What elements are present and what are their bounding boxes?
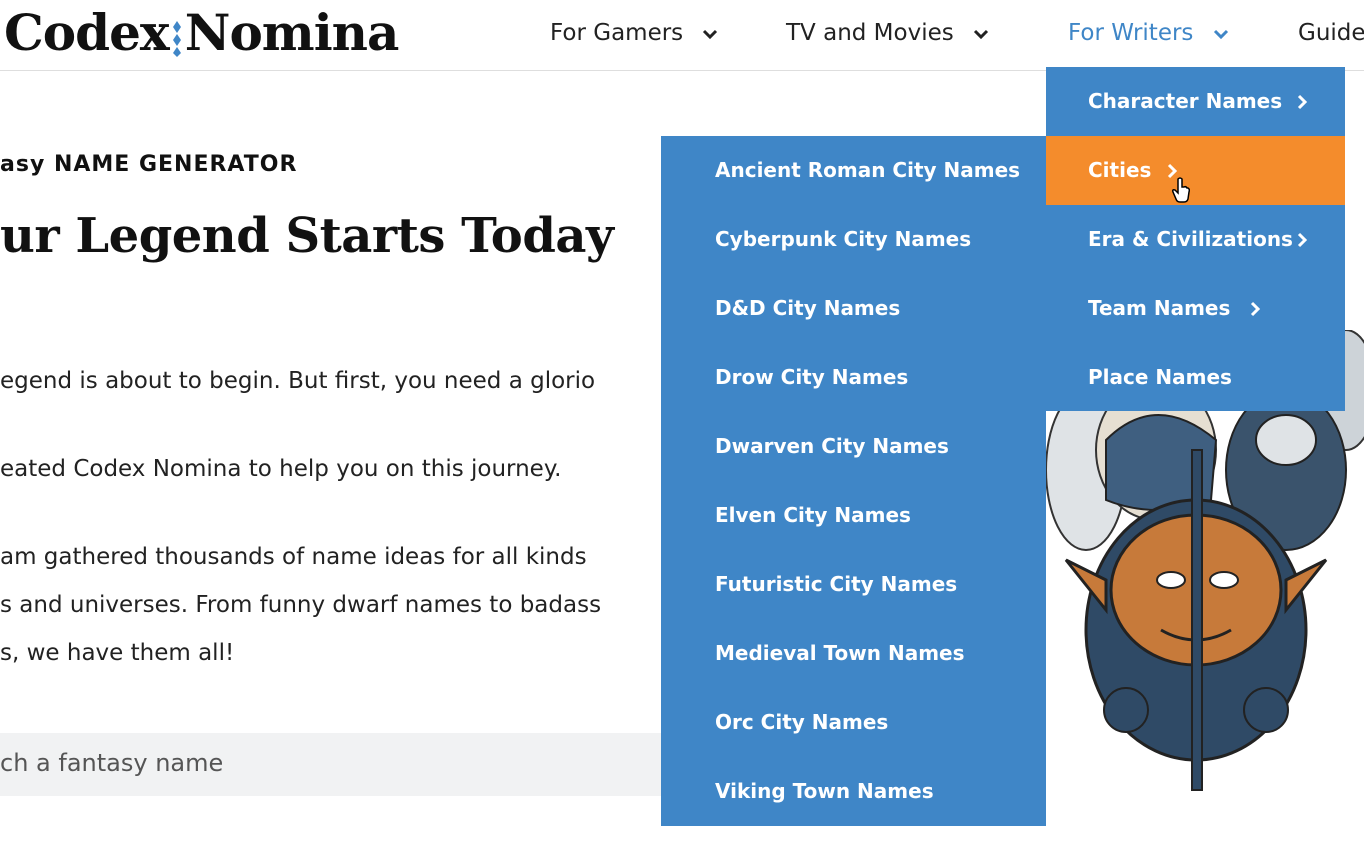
submenu-item-orc-city-names[interactable]: Orc City Names [661, 688, 1046, 757]
menu-item-label: Cities [1088, 158, 1152, 182]
submenu-item-dnd-city-names[interactable]: D&D City Names [661, 274, 1046, 343]
submenu-item-label: Medieval Town Names [715, 641, 965, 665]
submenu-item-viking-town-names[interactable]: Viking Town Names [661, 757, 1046, 826]
hero-title: ur Legend Starts Today [0, 208, 614, 264]
chevron-down-icon [973, 29, 989, 39]
menu-item-cities[interactable]: Cities [1046, 136, 1345, 205]
chevron-right-icon [1297, 94, 1308, 110]
submenu-item-ancient-roman-city-names[interactable]: Ancient Roman City Names [661, 136, 1046, 205]
submenu-item-cyberpunk-city-names[interactable]: Cyberpunk City Names [661, 205, 1046, 274]
for-writers-dropdown: Character Names Cities Era & Civilizatio… [1046, 67, 1345, 411]
logo-text-codex: Codex [4, 3, 170, 62]
search-placeholder: ch a fantasy name [0, 749, 224, 777]
submenu-item-drow-city-names[interactable]: Drow City Names [661, 343, 1046, 412]
submenu-item-label: Orc City Names [715, 710, 889, 734]
logo-diamonds-icon [172, 21, 181, 57]
menu-item-place-names[interactable]: Place Names [1046, 343, 1345, 412]
logo-text-nomina: Nomina [184, 3, 400, 62]
nav-label: TV and Movies [786, 20, 954, 46]
site-header: Codex Nomina For Gamers TV and Movies For… [0, 0, 1364, 71]
chevron-right-icon [1250, 301, 1261, 317]
submenu-item-label: Elven City Names [715, 503, 911, 527]
hero-eyebrow: asy NAME GENERATOR [0, 152, 298, 177]
menu-item-label: Place Names [1088, 365, 1232, 389]
nav-label: Guide [1298, 20, 1364, 46]
hero-paragraph-line: egend is about to begin. But first, you … [0, 368, 596, 394]
submenu-item-label: Dwarven City Names [715, 434, 949, 458]
menu-item-label: Character Names [1088, 89, 1283, 113]
chevron-down-icon [703, 29, 718, 39]
nav-label: For Gamers [550, 20, 684, 46]
site-logo[interactable]: Codex Nomina [4, 0, 400, 70]
nav-label: For Writers [1068, 20, 1194, 46]
hero-paragraph-line: s and universes. From funny dwarf names … [0, 592, 602, 618]
hero-paragraph-line: am gathered thousands of name ideas for … [0, 544, 587, 570]
menu-item-era-civilizations[interactable]: Era & Civilizations [1046, 205, 1345, 274]
chevron-right-icon [1297, 232, 1308, 248]
submenu-item-label: Drow City Names [715, 365, 909, 389]
nav-guide[interactable]: Guide [1298, 16, 1364, 50]
hero-paragraph-line: s, we have them all! [0, 640, 235, 666]
submenu-item-dwarven-city-names[interactable]: Dwarven City Names [661, 412, 1046, 481]
menu-item-character-names[interactable]: Character Names [1046, 67, 1345, 136]
nav-tv-and-movies[interactable]: TV and Movies [786, 16, 989, 50]
nav-for-writers[interactable]: For Writers [1068, 16, 1229, 50]
menu-item-label: Team Names [1088, 296, 1231, 320]
chevron-down-icon [1213, 29, 1228, 39]
submenu-item-label: Viking Town Names [715, 779, 934, 803]
submenu-item-elven-city-names[interactable]: Elven City Names [661, 481, 1046, 550]
submenu-item-label: D&D City Names [715, 296, 901, 320]
submenu-item-label: Ancient Roman City Names [715, 158, 1021, 182]
cities-submenu: Ancient Roman City Names Cyberpunk City … [661, 136, 1046, 826]
submenu-item-label: Futuristic City Names [715, 572, 958, 596]
search-input[interactable]: ch a fantasy name [0, 733, 680, 796]
submenu-item-futuristic-city-names[interactable]: Futuristic City Names [661, 550, 1046, 619]
hand-cursor-icon [1172, 177, 1190, 203]
hero-paragraph-line: eated Codex Nomina to help you on this j… [0, 456, 562, 482]
submenu-item-medieval-town-names[interactable]: Medieval Town Names [661, 619, 1046, 688]
submenu-item-label: Cyberpunk City Names [715, 227, 972, 251]
nav-for-gamers[interactable]: For Gamers [550, 16, 718, 50]
menu-item-label: Era & Civilizations [1088, 227, 1293, 251]
menu-item-team-names[interactable]: Team Names [1046, 274, 1345, 343]
